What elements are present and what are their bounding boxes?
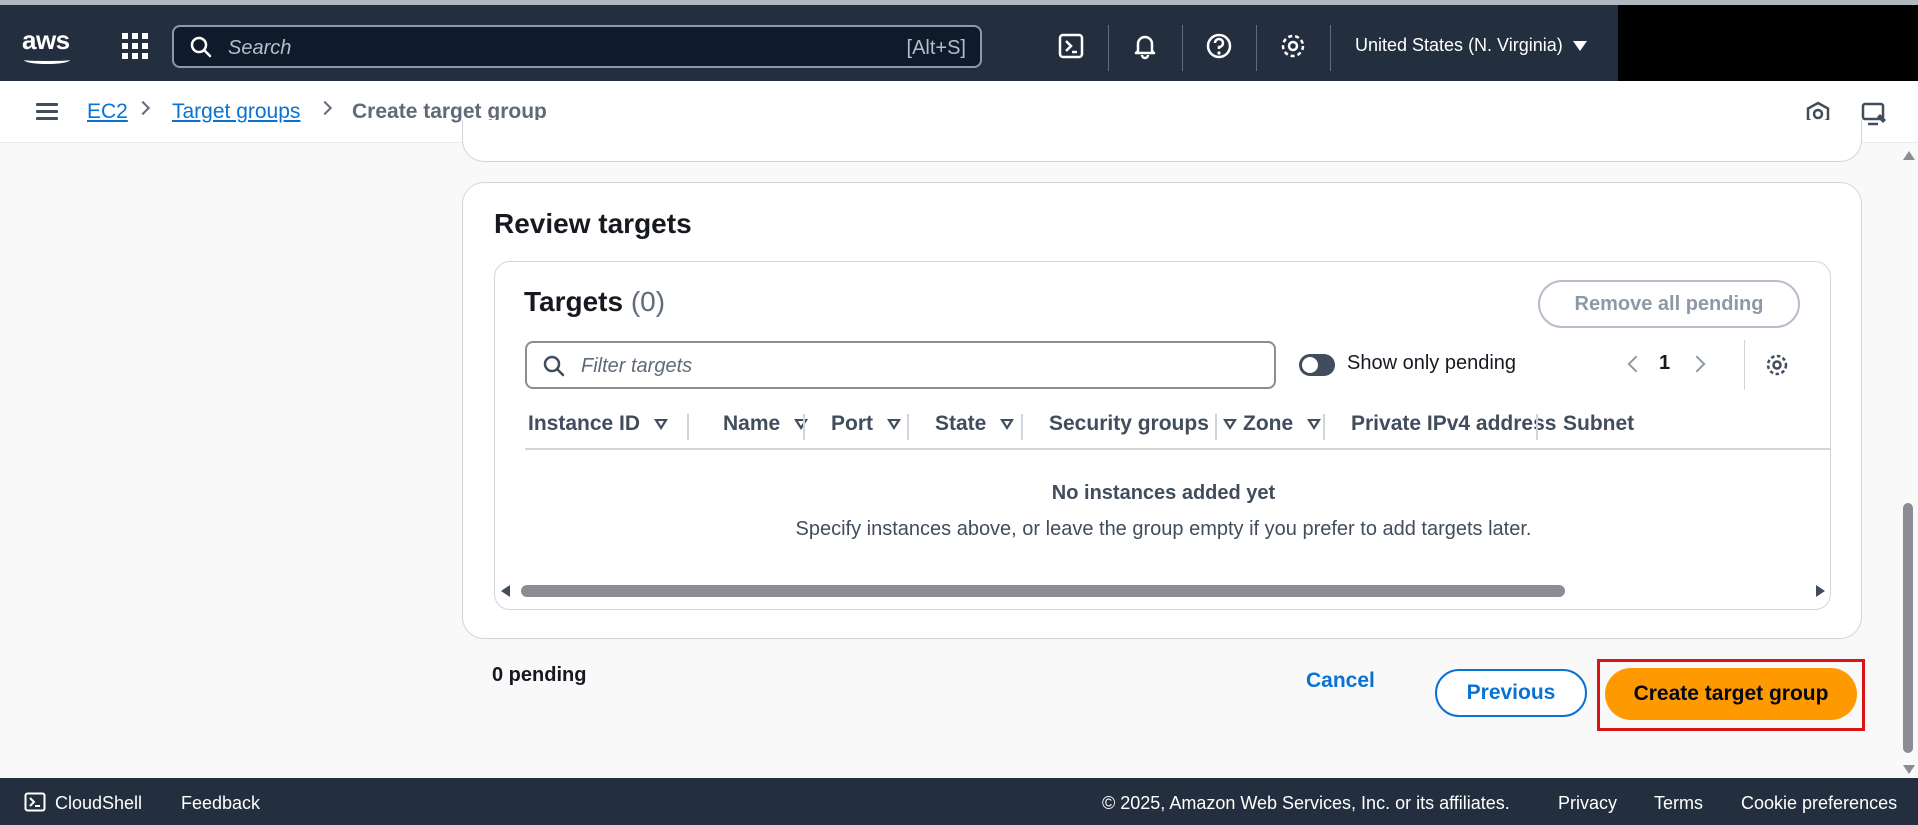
column-port[interactable]: Port (831, 412, 901, 436)
search-icon (543, 355, 565, 377)
create-target-group-button[interactable]: Create target group (1605, 668, 1857, 720)
previous-section-card (462, 120, 1862, 162)
sort-icon (794, 418, 809, 430)
caret-down-icon (1572, 41, 1587, 52)
scroll-right-icon[interactable] (1816, 585, 1825, 597)
cancel-button[interactable]: Cancel (1306, 669, 1375, 693)
column-state[interactable]: State (935, 412, 1015, 436)
cloudshell-icon[interactable] (1056, 31, 1086, 61)
scroll-left-icon[interactable] (501, 585, 510, 597)
bell-icon[interactable] (1130, 31, 1160, 61)
sort-icon (1307, 418, 1322, 430)
show-only-pending-toggle[interactable] (1299, 354, 1335, 376)
search-input[interactable]: Search [Alt+S] (172, 25, 982, 68)
gear-icon[interactable] (1764, 352, 1790, 378)
copyright-text: © 2025, Amazon Web Services, Inc. or its… (1102, 793, 1510, 813)
feedback-link[interactable]: Feedback (181, 793, 260, 814)
breadcrumb-ec2[interactable]: EC2 (87, 100, 128, 124)
terms-link[interactable]: Terms (1654, 793, 1703, 814)
targets-count: (0) (630, 286, 666, 317)
previous-page-icon[interactable] (1627, 355, 1645, 373)
scrollbar-thumb[interactable] (521, 585, 1565, 597)
chevron-right-icon (317, 100, 333, 116)
targets-table-container: Targets (0) Remove all pending Filter ta… (494, 261, 1831, 610)
scroll-down-icon[interactable] (1903, 765, 1915, 774)
sort-icon (1222, 418, 1237, 430)
search-placeholder: Search (228, 37, 292, 59)
column-security-groups[interactable]: Security groups (1049, 412, 1237, 436)
aws-logo[interactable]: aws (22, 25, 70, 64)
apps-grid-icon[interactable] (122, 33, 148, 59)
toggle-label: Show only pending (1347, 352, 1517, 374)
column-zone[interactable]: Zone (1243, 412, 1322, 436)
filter-targets-input[interactable]: Filter targets (525, 341, 1276, 389)
privacy-link[interactable]: Privacy (1558, 793, 1617, 814)
top-navigation: aws Search [Alt+S] United States (N. Vir… (0, 0, 1918, 86)
next-page-icon[interactable] (1688, 355, 1706, 373)
search-shortcut: [Alt+S] (906, 37, 966, 59)
sort-icon (1000, 418, 1015, 430)
column-name[interactable]: Name (723, 412, 809, 436)
cloudshell-icon[interactable] (24, 792, 46, 812)
search-icon (190, 36, 212, 58)
menu-icon[interactable] (36, 103, 58, 121)
remove-all-pending-button[interactable]: Remove all pending (1538, 280, 1800, 328)
highlight-box: Create target group (1597, 659, 1865, 731)
previous-button[interactable]: Previous (1435, 669, 1587, 717)
help-icon[interactable] (1204, 31, 1234, 61)
review-targets-container: Review targets Targets (0) Remove all pe… (462, 182, 1862, 639)
region-selector[interactable]: United States (N. Virginia) (1355, 35, 1587, 56)
page-number[interactable]: 1 (1659, 352, 1670, 375)
tools-panel-icon[interactable] (1860, 100, 1888, 128)
vertical-scrollbar[interactable] (1898, 143, 1918, 778)
chevron-right-icon (135, 100, 151, 116)
pending-count: 0 pending (492, 664, 587, 686)
empty-state-title: No instances added yet (1051, 482, 1276, 504)
filter-placeholder: Filter targets (581, 355, 693, 377)
scrollbar-thumb[interactable] (1903, 503, 1913, 753)
table-header: Instance ID Name Port State Security gro… (525, 404, 1830, 450)
section-title: Review targets (494, 208, 692, 239)
scroll-up-icon[interactable] (1903, 151, 1915, 160)
breadcrumb-target-groups[interactable]: Target groups (172, 100, 300, 124)
column-private-ipv4[interactable]: Private IPv4 address (1351, 412, 1556, 436)
column-subnet[interactable]: Subnet (1563, 412, 1634, 436)
horizontal-scrollbar[interactable] (499, 580, 1827, 600)
sort-icon (887, 418, 901, 430)
account-menu[interactable] (1618, 5, 1918, 86)
sort-icon (654, 418, 669, 430)
gear-icon[interactable] (1278, 31, 1308, 61)
footer: CloudShell Feedback © 2025, Amazon Web S… (0, 778, 1918, 825)
cloudshell-link[interactable]: CloudShell (55, 793, 142, 814)
targets-heading: Targets (0) (524, 286, 666, 317)
column-instance-id[interactable]: Instance ID (528, 412, 669, 436)
empty-state-description: Specify instances above, or leave the gr… (795, 518, 1532, 540)
cookie-preferences-link[interactable]: Cookie preferences (1741, 793, 1897, 814)
